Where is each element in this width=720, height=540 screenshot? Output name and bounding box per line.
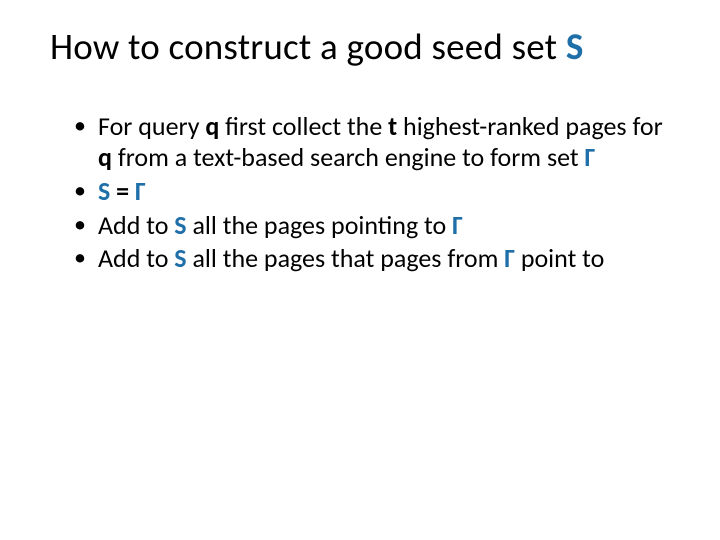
text: Add to (98, 242, 174, 274)
text: point to (515, 242, 604, 274)
slide-title: How to construct a good seed set S (50, 26, 670, 69)
variable-gamma: Γ (585, 141, 596, 173)
variable-q: q (205, 110, 219, 142)
equals-sign: = (110, 175, 135, 207)
list-item: Add to S all the pages that pages from Γ… (74, 243, 670, 275)
text: highest-ranked pages for (397, 110, 662, 142)
variable-gamma: Γ (452, 209, 463, 241)
title-text: How to construct a good seed set (50, 24, 566, 69)
text: first collect the (219, 110, 388, 142)
text: For query (98, 110, 205, 142)
title-variable-s: S (566, 24, 584, 69)
text: all the pages pointing to (187, 209, 453, 241)
bullet-list: For query q first collect the t highest-… (50, 111, 670, 276)
list-item: S = Γ (74, 176, 670, 208)
text: all the pages that pages from (187, 242, 505, 274)
variable-s: S (174, 242, 186, 274)
slide: How to construct a good seed set S For q… (0, 0, 720, 540)
variable-s: S (174, 209, 186, 241)
variable-q: q (98, 141, 112, 173)
variable-t: t (388, 110, 397, 142)
list-item: Add to S all the pages pointing to Γ (74, 210, 670, 242)
variable-s: S (98, 175, 110, 207)
variable-gamma: Γ (135, 175, 146, 207)
list-item: For query q first collect the t highest-… (74, 111, 670, 174)
variable-gamma: Γ (504, 242, 515, 274)
text: from a text-based search engine to form … (112, 141, 585, 173)
text: Add to (98, 209, 174, 241)
